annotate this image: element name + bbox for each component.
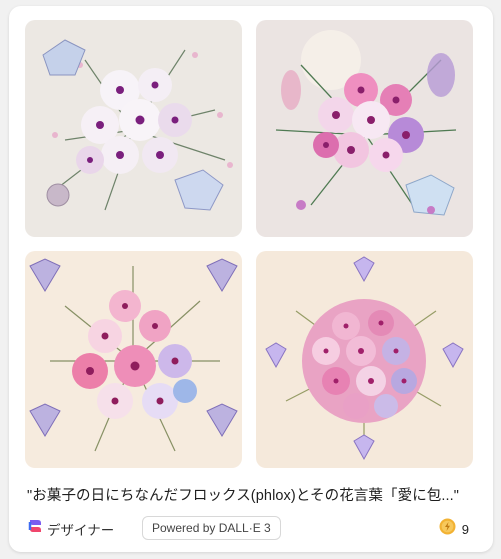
image-result-card: "お菓子の日にちなんだフロックス(phlox)とその花言葉「愛に包..." デザ… <box>9 6 493 552</box>
designer-logo-icon <box>27 518 43 539</box>
generated-image-1[interactable] <box>25 20 242 237</box>
generated-image-3[interactable] <box>25 251 242 468</box>
image-grid <box>25 20 479 468</box>
designer-brand[interactable]: デザイナー <box>27 518 114 539</box>
card-footer: デザイナー Powered by DALL·E 3 9 <box>27 516 477 540</box>
generated-image-2[interactable] <box>256 20 473 237</box>
generated-image-4[interactable] <box>256 251 473 468</box>
image-caption: "お菓子の日にちなんだフロックス(phlox)とその花言葉「愛に包..." <box>27 488 460 504</box>
boost-count: 9 <box>461 521 469 537</box>
boost-coin-icon <box>439 518 456 540</box>
boost-counter[interactable]: 9 <box>439 518 469 540</box>
designer-label: デザイナー <box>47 522 115 538</box>
powered-by-badge: Powered by DALL·E 3 <box>142 516 281 540</box>
